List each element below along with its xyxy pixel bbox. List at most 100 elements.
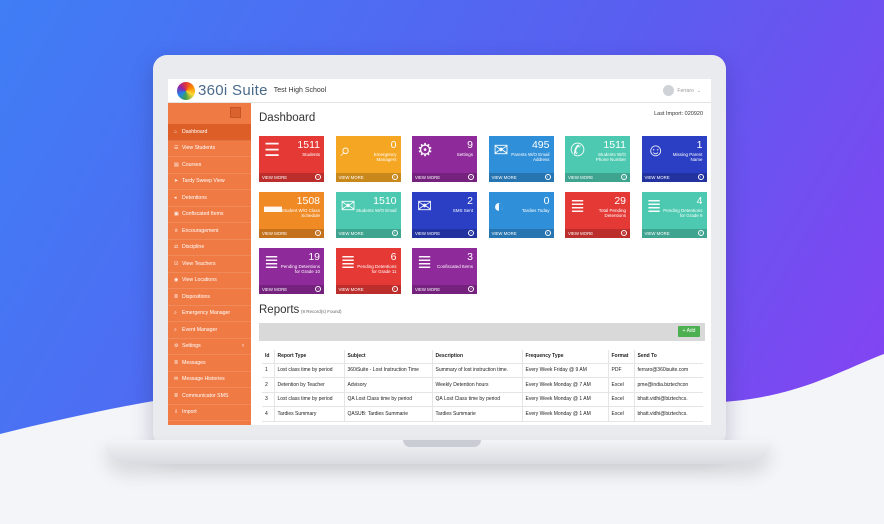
stat-tile-sms-sent[interactable]: ✉ 2 SMS Sent VIEW MORE › (412, 192, 477, 238)
table-cell: QA Lost Class time by period (431, 392, 522, 407)
sidebar-item-label: View Students (182, 145, 216, 152)
sidebar-item-emergency-manager[interactable]: ⌕ Emergency Manager (168, 306, 251, 322)
view-more-link[interactable]: VIEW MORE › (641, 173, 707, 182)
phone-icon: ✆ (570, 140, 586, 160)
sidebar-item-message-histories[interactable]: ✉ Message Histories (168, 372, 251, 388)
view-more-link[interactable]: VIEW MORE › (565, 173, 630, 182)
stat-tile-settings[interactable]: ⚙ 9 Settings VIEW MORE › (412, 136, 477, 182)
sidebar-item-view-teachers[interactable]: ☑ View Teachers (168, 256, 251, 273)
stat-tile-pending-detentions-for-grade-9[interactable]: ≣ 4 Pending Detentions for Grade 9 VIEW MOR… (641, 192, 707, 238)
stat-tile-missing-parent-name[interactable]: ☺ 1 Missing Parent Name VIEW MORE › (641, 136, 707, 182)
view-more-link[interactable]: VIEW MORE › (259, 229, 324, 238)
sidebar-item-communicator-sms[interactable]: ≣ Communicator SMS (168, 388, 251, 405)
column-header[interactable]: Format (607, 350, 634, 364)
sidebar-item-settings[interactable]: ⚙ Settings ‹ (168, 339, 251, 355)
search-icon: ⌕ (174, 310, 177, 317)
view-more-link[interactable]: VIEW MORE › (335, 173, 401, 182)
column-header[interactable]: Send To (633, 350, 703, 364)
view-more-link[interactable]: VIEW MORE › (335, 229, 401, 238)
last-import: Last Import: 020920 (654, 111, 703, 117)
stat-tile-pending-detentions-for-grade-10[interactable]: ≣ 19 Pending Detentions for Grade 10 VIEW M… (259, 248, 324, 294)
view-more-link[interactable]: VIEW MORE › (412, 285, 477, 294)
stat-tile-emergency-managers[interactable]: ⌕ 0 Emergency Managers VIEW MORE › (335, 136, 401, 182)
arrow-right-icon: › (468, 230, 474, 236)
stat-tile-students-w-o-phone-number[interactable]: ✆ 1511 Students W/O Phone Number VIEW MORE › (565, 136, 630, 182)
sidebar-item-label: Communicator SMS (182, 392, 229, 399)
view-more-label: VIEW MORE (338, 175, 364, 180)
column-header[interactable]: Id (262, 350, 274, 364)
view-more-link[interactable]: VIEW MORE › (335, 285, 401, 294)
sidebar-item-tardy-sweep-view[interactable]: ➤ Tardy Sweep View (168, 174, 251, 190)
column-header[interactable]: Description (431, 350, 522, 364)
stat-tile-students-w-o-email[interactable]: ✉ 1510 Students W/O Email VIEW MORE › (335, 192, 401, 238)
view-more-label: VIEW MORE (568, 231, 594, 236)
view-more-link[interactable]: VIEW MORE › (641, 229, 707, 238)
table-row[interactable]: 3 Lost class time by period QA Lost Class … (262, 392, 703, 407)
stat-tile-students[interactable]: ☰ 1511 Students VIEW MORE › (259, 136, 324, 182)
view-more-link[interactable]: VIEW MORE › (259, 173, 324, 182)
detention-icon: ◂ (174, 194, 177, 201)
table-cell: Detention by Teacher (273, 377, 344, 393)
table-cell: Tardies Summary (273, 406, 344, 422)
stat-tile-confiscated-items[interactable]: ≣ 3 Confiscated Items VIEW MORE › (412, 248, 477, 294)
sidebar-item-courses[interactable]: ▤ Courses (168, 157, 251, 174)
gavel-icon: ⚖ (174, 244, 179, 251)
stat-tile-total-pending-detentions[interactable]: ≣ 29 Total Pending Detentions VIEW MORE › (565, 192, 630, 238)
table-cell: ferraro@360isuite.com (633, 363, 703, 378)
sidebar-item-discipline[interactable]: ⚖ Discipline (168, 240, 251, 256)
check-icon: ☑ (174, 260, 179, 267)
sidebar-item-label: View Locations (182, 277, 217, 284)
view-more-label: VIEW MORE (415, 175, 441, 180)
view-more-link[interactable]: VIEW MORE › (259, 285, 324, 294)
column-header[interactable]: Frequency Type (521, 350, 608, 364)
sidebar-item-encouragement[interactable]: ♕ Encouragement (168, 223, 251, 240)
sidebar-item-messages[interactable]: ≣ Messages (168, 355, 251, 372)
tile-label: Parents W/O Email Address (511, 152, 550, 163)
chevron-left-icon: ‹ (242, 343, 244, 350)
view-more-label: VIEW MORE (644, 175, 670, 180)
sidebar-item-view-locations[interactable]: ◉ View Locations (168, 273, 251, 289)
list-icon: ≣ (570, 196, 586, 216)
tile-label: Settings (456, 152, 473, 157)
view-more-link[interactable]: VIEW MORE › (412, 173, 477, 182)
sidebar-item-view-students[interactable]: ☰ View Students (168, 141, 251, 157)
sidebar-item-confiscated-items[interactable]: ▣ Confiscated Items (168, 207, 251, 223)
tile-value: 0 (390, 139, 397, 151)
table-header-row: Id Report Type Subject Description Frequency… (262, 350, 703, 364)
sidebar-item-event-manager[interactable]: ⌕ Event Manager (168, 322, 251, 339)
stat-tile-tardies-today[interactable]: ◐ 0 Tardies Today VIEW MORE › (488, 192, 554, 238)
view-more-label: VIEW MORE (262, 287, 288, 292)
sidebar-item-dashboard[interactable]: ⌂ Dashboard (168, 124, 251, 141)
table-row[interactable]: 2 Detention by Teacher Advisory Weekly Dete… (262, 377, 703, 393)
column-header[interactable]: Report Type (273, 350, 344, 364)
column-header[interactable]: Subject (343, 350, 432, 364)
reports-title: Reports (259, 304, 300, 316)
stat-tile-student-w-o-class-schedule[interactable]: ▬ 1508 Student W/O Class Schedule VIEW MORE… (259, 192, 324, 238)
table-cell: bhatt.vidhi@biztechcs. (633, 406, 703, 422)
sidebar-item-label: Message Histories (182, 376, 225, 383)
sidebar-item-import[interactable]: ⇩ Import (168, 405, 251, 421)
logo[interactable]: 360i Suite (177, 81, 268, 100)
sidebar-item-label: Messages (182, 359, 206, 366)
table-row[interactable]: 4 Tardies Summary QASUB: Tardies Summarie T… (262, 406, 703, 422)
laptop-notch (403, 440, 481, 447)
view-more-link[interactable]: VIEW MORE › (488, 229, 554, 238)
tile-label: Confiscated Items (436, 264, 473, 269)
table-row[interactable]: 1 Lost class time by period 360iSuite - Lo… (262, 363, 703, 378)
stat-tile-parents-w-o-email-address[interactable]: ✉ 495 Parents W/O Email Address VIEW MORE › (488, 136, 554, 182)
stat-tile-pending-detentions-for-grade-11[interactable]: ≣ 6 Pending Detentions for Grade 11 VIEW MO… (335, 248, 401, 294)
sidebar-item-detentions[interactable]: ◂ Detentions (168, 190, 251, 207)
view-more-label: VIEW MORE (415, 287, 441, 292)
table-cell: Summary of lost instruction time. (431, 363, 522, 378)
view-more-link[interactable]: VIEW MORE › (412, 229, 477, 238)
mail-icon: ✉ (174, 376, 179, 383)
sidebar-toggle-button[interactable] (230, 107, 241, 118)
add-report-button[interactable]: + Add (678, 326, 700, 337)
view-more-label: VIEW MORE (568, 175, 594, 180)
sidebar-item-dispositions[interactable]: ≣ Dispositions (168, 289, 251, 306)
tile-value: 1 (696, 139, 703, 151)
sidebar-item-label: Dashboard (182, 128, 208, 135)
view-more-link[interactable]: VIEW MORE › (565, 229, 630, 238)
view-more-link[interactable]: VIEW MORE › (488, 173, 554, 182)
user-menu[interactable]: Ferraro ⌄ (663, 85, 701, 96)
